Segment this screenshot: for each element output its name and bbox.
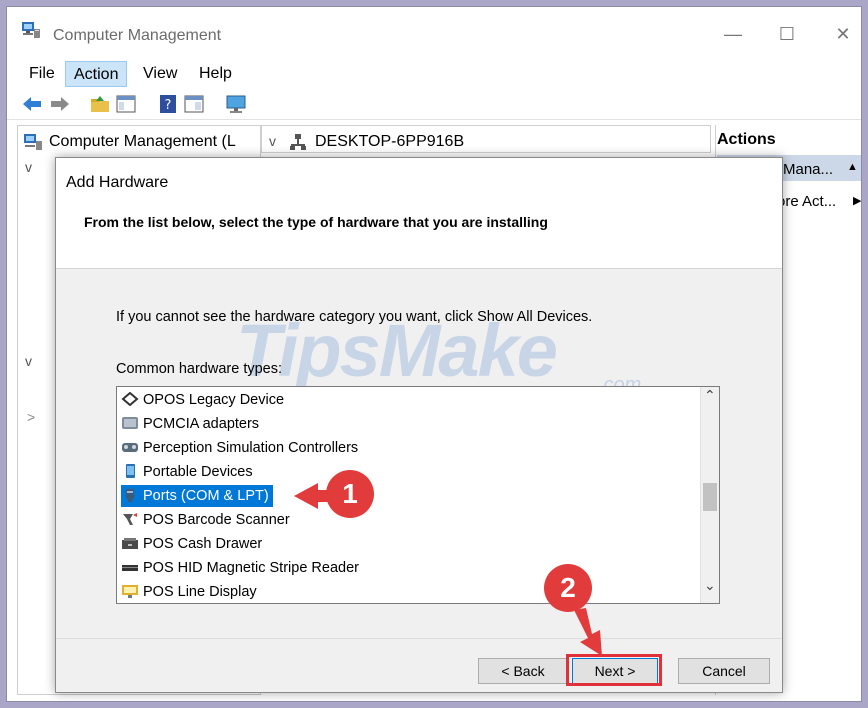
submenu-arrow-icon[interactable]: ▶ — [853, 194, 861, 207]
add-hardware-dialog: Add Hardware From the list below, select… — [55, 157, 783, 693]
list-scrollbar[interactable]: ⌃ ⌄ — [700, 387, 719, 603]
more-actions-item[interactable]: ore Act... — [777, 193, 836, 210]
line-display-icon — [122, 585, 138, 598]
main-window: Computer Management — ☐ ✕ File Action Vi… — [6, 6, 862, 702]
port-icon — [126, 489, 134, 502]
maximize-button[interactable]: ☐ — [767, 21, 807, 47]
collapse-arrow-icon[interactable]: ▲ — [847, 161, 858, 173]
list-item[interactable]: POS HID Magnetic Stripe Reader — [121, 557, 363, 579]
minimize-button[interactable]: — — [713, 21, 753, 47]
svg-text:?: ? — [165, 98, 172, 113]
barcode-scanner-icon — [123, 513, 137, 525]
list-item[interactable]: POS Cash Drawer — [121, 533, 266, 555]
scroll-down-arrow[interactable]: ⌄ — [704, 577, 716, 594]
next-highlight-box — [566, 654, 662, 686]
computer-management-tree-icon — [24, 134, 42, 150]
list-item[interactable]: Perception Simulation Controllers — [121, 437, 362, 459]
list-item-selected[interactable]: Ports (COM & LPT) — [121, 485, 273, 507]
tree-root-label[interactable]: Computer Management (L — [49, 133, 236, 151]
tree-expand-chevron[interactable]: v — [25, 353, 32, 369]
opos-icon — [121, 392, 139, 406]
menu-file[interactable]: File — [21, 61, 63, 87]
scroll-up-arrow[interactable]: ⌃ — [704, 387, 716, 404]
back-button[interactable]: < Back — [478, 658, 568, 684]
step-2-badge: 2 — [544, 564, 592, 612]
show-hide-tree-icon[interactable] — [115, 93, 137, 115]
up-folder-icon[interactable] — [89, 93, 111, 115]
properties-pane-icon[interactable] — [183, 93, 205, 115]
monitor-icon[interactable] — [225, 93, 247, 115]
actions-section-label[interactable]: Mana... — [783, 161, 833, 178]
list-item[interactable]: Portable Devices — [121, 461, 257, 483]
close-button[interactable]: ✕ — [823, 21, 861, 47]
list-label: Common hardware types: — [116, 361, 283, 377]
help-icon[interactable]: ? — [157, 93, 179, 115]
forward-arrow-icon[interactable] — [49, 93, 71, 115]
computer-name: DESKTOP-6PP916B — [315, 133, 465, 150]
portable-device-icon — [126, 464, 135, 478]
dialog-title: Add Hardware — [66, 174, 169, 191]
list-item[interactable]: POS Line Display — [121, 581, 261, 603]
list-item[interactable]: OPOS Legacy Device — [121, 389, 288, 411]
list-item[interactable]: PCMCIA adapters — [121, 413, 263, 435]
menu-action[interactable]: Action — [65, 61, 128, 87]
menu-help[interactable]: Help — [191, 61, 240, 87]
perception-icon — [122, 443, 138, 452]
dialog-subtitle: From the list below, select the type of … — [84, 214, 548, 230]
dialog-divider — [56, 638, 782, 639]
network-computer-icon — [290, 134, 306, 150]
tree-expand-chevron[interactable]: v — [25, 159, 32, 175]
step-1-badge: 1 — [326, 470, 374, 518]
cash-drawer-icon — [122, 538, 138, 549]
computer-management-icon — [22, 22, 40, 38]
stripe-reader-icon — [122, 565, 138, 571]
menu-view[interactable]: View — [135, 61, 185, 87]
tree-collapse-chevron[interactable]: > — [27, 409, 35, 425]
window-title: Computer Management — [53, 27, 222, 44]
hardware-types-list[interactable]: OPOS Legacy Device PCMCIA adapters Perce… — [116, 386, 720, 604]
scroll-thumb[interactable] — [703, 483, 717, 511]
pcmcia-icon — [122, 417, 138, 429]
annotation-arrow-icon — [574, 608, 602, 656]
center-chevron[interactable]: v — [269, 133, 276, 149]
cancel-button[interactable]: Cancel — [678, 658, 770, 684]
actions-title: Actions — [717, 131, 776, 148]
dialog-info-text: If you cannot see the hardware category … — [116, 309, 593, 325]
back-arrow-icon[interactable] — [21, 93, 43, 115]
list-item[interactable]: POS Barcode Scanner — [121, 509, 294, 531]
